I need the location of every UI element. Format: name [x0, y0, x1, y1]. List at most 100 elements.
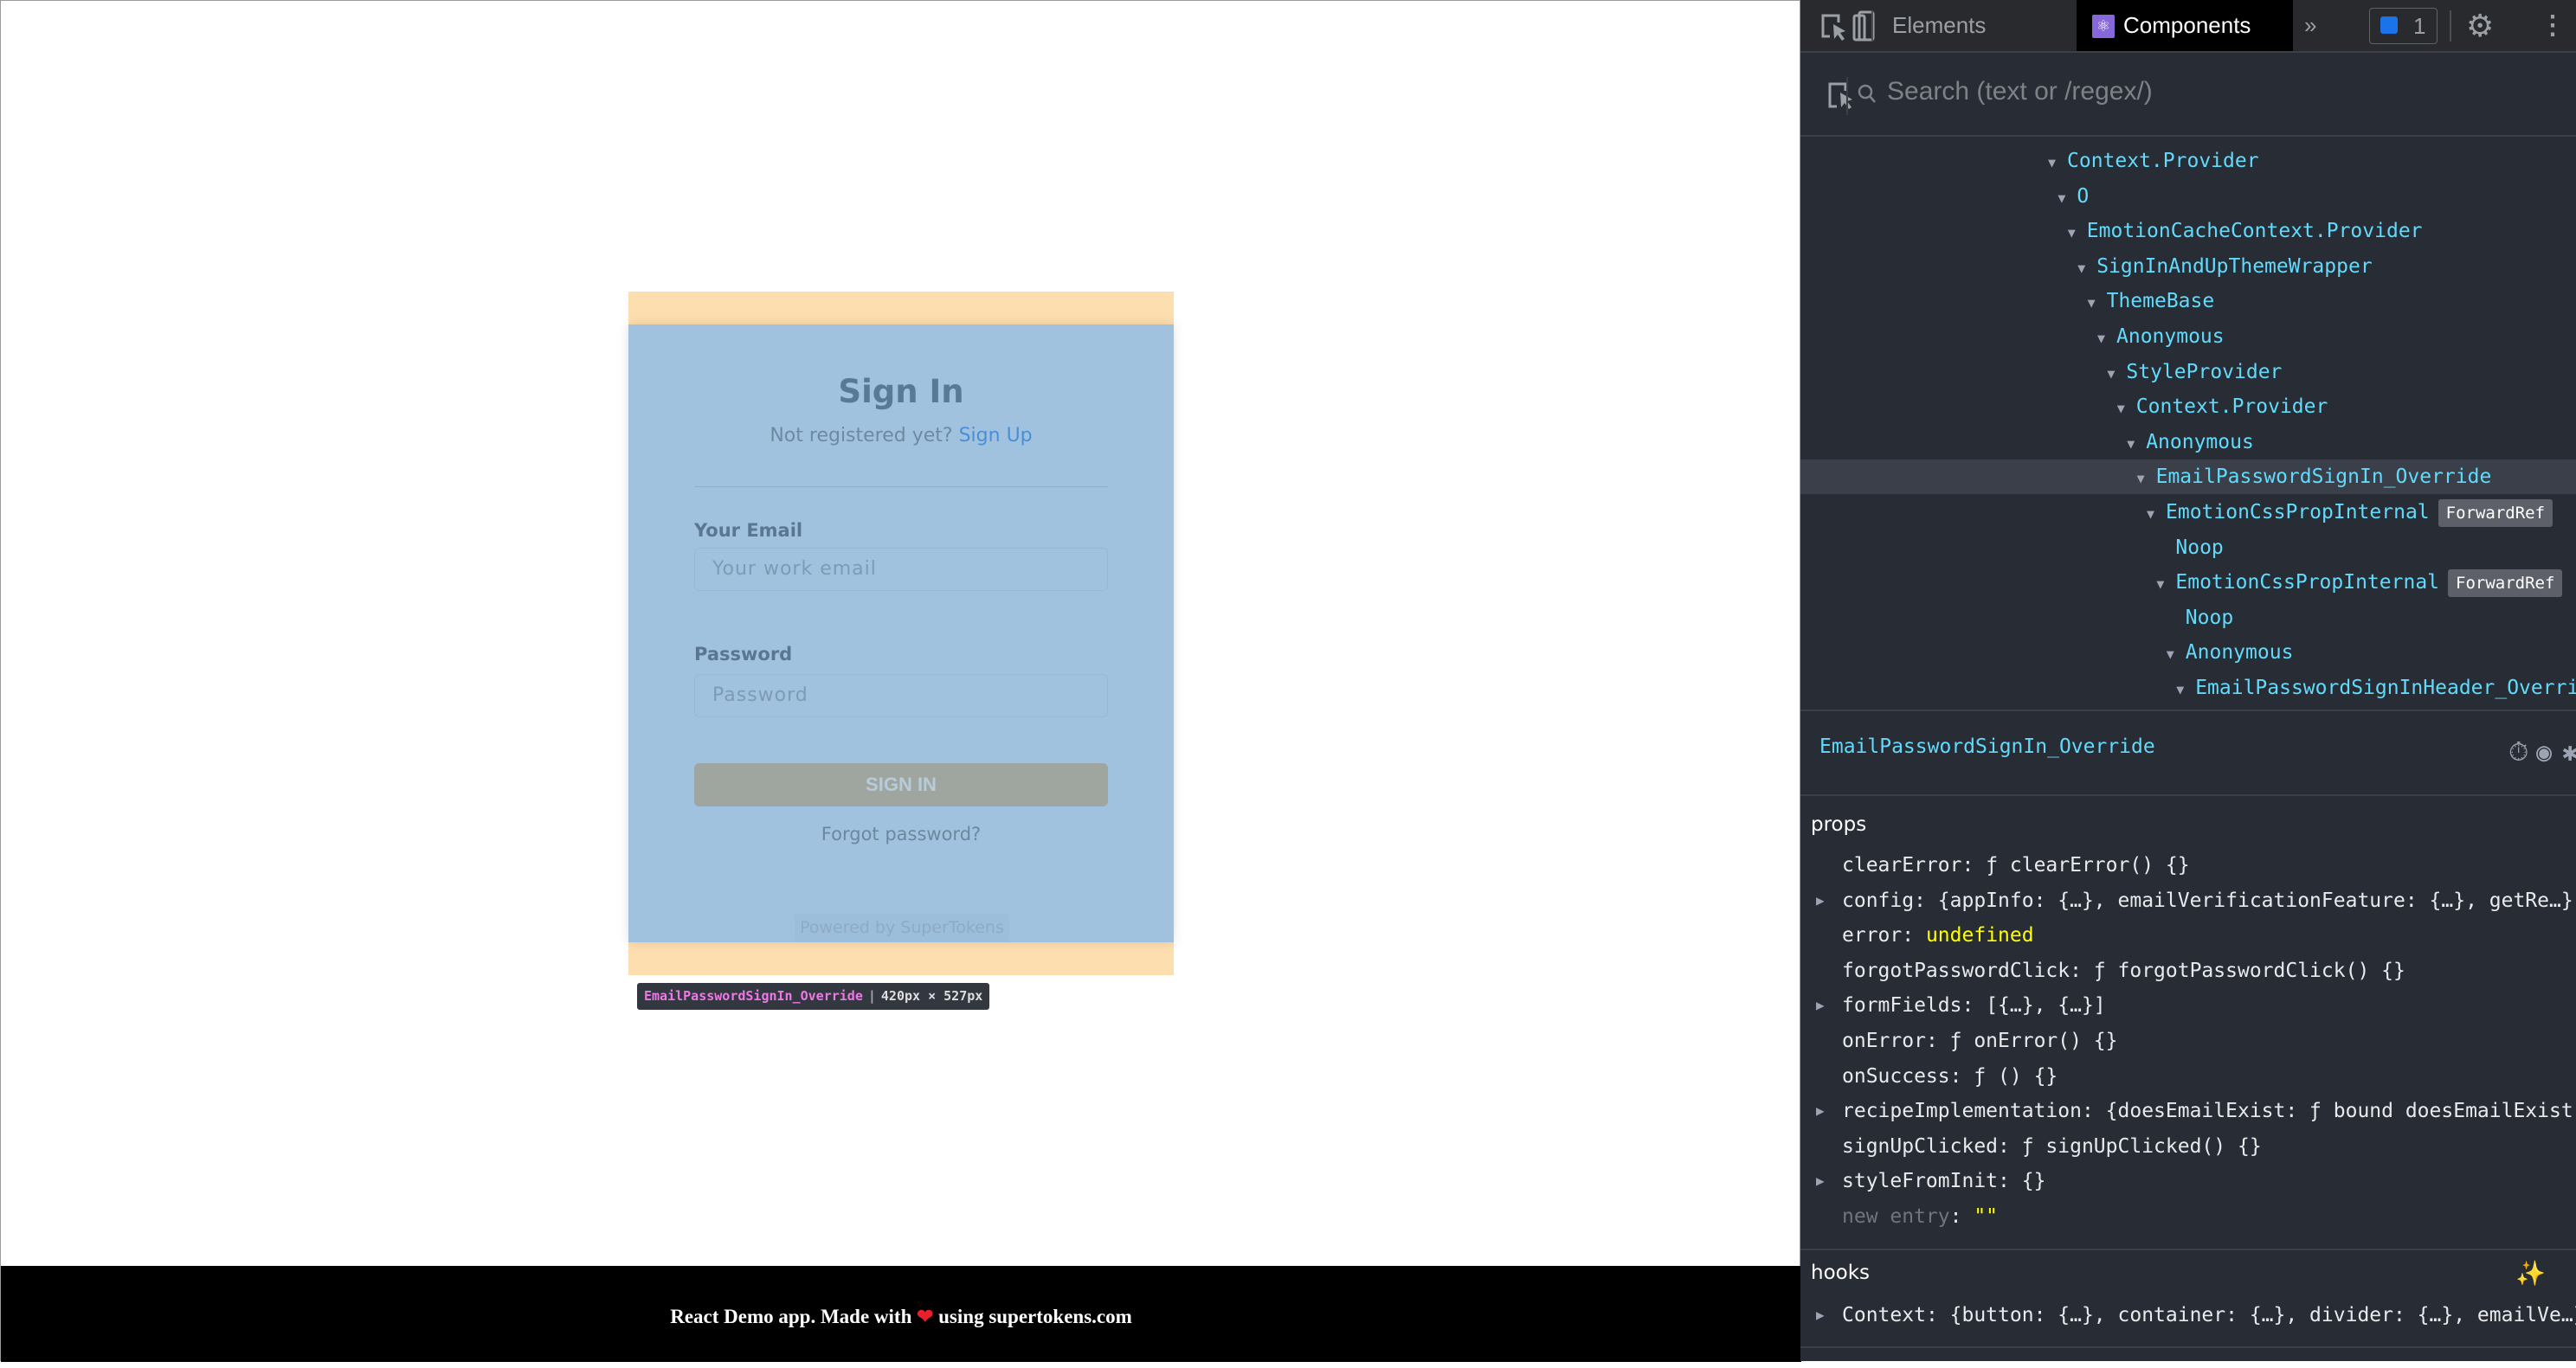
- tooltip-component-name: EmailPasswordSignIn_Override: [644, 988, 863, 1004]
- prop-key: formFields: [1842, 994, 1962, 1018]
- devtools-panel: Elements ⚛ Components » 1 ⚙ ⋮ Search (tex…: [1800, 0, 2576, 1361]
- expand-arrow-icon[interactable]: ▶: [1816, 883, 1825, 918]
- tree-node[interactable]: ▼ O: [1800, 179, 2576, 214]
- prop-row[interactable]: ▶ formFields: [{…}, {…}]: [1816, 988, 2106, 1023]
- prop-key: config: [1842, 889, 1915, 912]
- prop-row[interactable]: forgotPasswordClick: ƒ forgotPasswordCli…: [1842, 954, 2405, 988]
- prop-row[interactable]: ▶ recipeImplementation: {doesEmailExist: …: [1816, 1094, 2576, 1128]
- tree-node-label: Context.Provider: [2135, 395, 2328, 419]
- expand-arrow-icon[interactable]: ▼: [2077, 251, 2096, 286]
- not-registered-text: Not registered yet?: [770, 425, 953, 446]
- tree-node[interactable]: ▼ Context.Provider: [1800, 144, 2576, 178]
- tree-node[interactable]: ▼ EmotionCssPropInternal ForwardRef: [1800, 565, 2576, 600]
- search-input[interactable]: Search (text or /regex/): [1887, 77, 2153, 106]
- tree-node[interactable]: ▼ EmailPasswordSignInHeader_Override: [1800, 671, 2576, 705]
- tree-node[interactable]: ▼ EmotionCssPropInternal ForwardRef: [1800, 495, 2576, 530]
- tree-node[interactable]: ▼ Anonymous: [1800, 319, 2576, 354]
- prop-row[interactable]: signUpClicked: ƒ signUpClicked() {}: [1842, 1129, 2262, 1164]
- expand-arrow-icon[interactable]: ▼: [2048, 145, 2067, 180]
- prop-row[interactable]: new entry: "": [1842, 1199, 1998, 1234]
- password-label: Password: [694, 644, 793, 665]
- prop-value: ƒ clearError() {}: [1986, 854, 2190, 877]
- tree-node[interactable]: Noop: [1800, 601, 2576, 635]
- expand-arrow-icon[interactable]: ▼: [2107, 356, 2126, 391]
- email-label: Your Email: [694, 520, 803, 541]
- tree-node-label: Anonymous: [2146, 430, 2254, 453]
- magic-wand-icon[interactable]: ✨: [2515, 1259, 2546, 1288]
- tree-node[interactable]: ▼ StyleProvider: [1800, 355, 2576, 389]
- bug-icon[interactable]: ✱: [2562, 737, 2576, 767]
- stopwatch-icon[interactable]: ⏱: [2508, 737, 2528, 767]
- tree-node[interactable]: Noop: [1800, 530, 2576, 565]
- inspect-element-icon[interactable]: [1819, 12, 1849, 42]
- expand-arrow-icon[interactable]: ▼: [2097, 321, 2116, 356]
- tree-node[interactable]: ▼ EmailPasswordSignIn_Override: [1800, 459, 2576, 496]
- prop-value: ƒ onError() {}: [1949, 1030, 2118, 1052]
- expand-arrow-icon[interactable]: ▶: [1816, 988, 1825, 1023]
- selected-component-name: EmailPasswordSignIn_Override: [1819, 735, 2155, 758]
- tree-node-label: Context.Provider: [2067, 150, 2259, 172]
- more-tabs-button[interactable]: »: [2304, 0, 2316, 51]
- forgot-password-link[interactable]: Forgot password?: [628, 824, 1174, 845]
- prop-value: {appInfo: {…}, emailVerificationFeature:…: [1937, 889, 2573, 912]
- prop-row[interactable]: onError: ƒ onError() {}: [1842, 1024, 2118, 1058]
- expand-arrow-icon[interactable]: ▼: [2058, 181, 2077, 215]
- sign-up-link[interactable]: Sign Up: [959, 425, 1033, 446]
- tree-node-label: EmotionCacheContext.Provider: [2086, 220, 2423, 243]
- tab-components-label: Components: [2123, 12, 2251, 38]
- prop-key: recipeImplementation: [1842, 1100, 2082, 1123]
- devtools-toolbar: Elements ⚛ Components » 1 ⚙ ⋮: [1800, 0, 2576, 53]
- tree-node-label: Noop: [2185, 606, 2234, 629]
- prop-row[interactable]: clearError: ƒ clearError() {}: [1842, 848, 2190, 883]
- issues-count: 1: [2413, 13, 2426, 39]
- forwardref-badge: ForwardRef: [2448, 568, 2563, 597]
- tree-node-label: EmotionCssPropInternal: [2166, 501, 2430, 523]
- tree-node[interactable]: ▼ Context.Provider: [1800, 389, 2576, 424]
- select-component-icon[interactable]: [1826, 80, 1856, 112]
- tree-node[interactable]: ▼ ThemeBase: [1800, 284, 2576, 318]
- tree-node-label: EmailPasswordSignInHeader_Override: [2195, 677, 2576, 699]
- expand-arrow-icon[interactable]: ▼: [2088, 286, 2107, 320]
- tree-node[interactable]: ▼ Anonymous: [1800, 425, 2576, 459]
- prop-row[interactable]: error: undefined: [1842, 918, 2034, 953]
- powered-by-supertokens[interactable]: Powered by SuperTokens: [795, 914, 1009, 942]
- expand-arrow-icon[interactable]: ▼: [2176, 672, 2195, 707]
- more-options-icon[interactable]: ⋮: [2540, 0, 2566, 51]
- issues-button[interactable]: 1: [2369, 8, 2438, 44]
- expand-arrow-icon[interactable]: ▶: [1816, 1094, 1825, 1128]
- email-input[interactable]: Your work email: [694, 548, 1108, 591]
- tab-elements[interactable]: Elements: [1892, 0, 1986, 51]
- tooltip-size: 420px × 527px: [880, 988, 983, 1004]
- prop-key: onError: [1842, 1030, 1926, 1052]
- prop-key: onSuccess: [1842, 1064, 1950, 1088]
- prop-value: [{…}, {…}]: [1986, 994, 2106, 1018]
- prop-key: styleFromInit: [1842, 1170, 1999, 1193]
- tree-node[interactable]: ▼ EmotionCacheContext.Provider: [1800, 214, 2576, 248]
- tree-node[interactable]: ▼ Anonymous: [1800, 635, 2576, 670]
- props-heading: props: [1811, 813, 1867, 836]
- message-icon: [2380, 16, 2398, 34]
- expand-arrow-icon[interactable]: ▼: [2156, 567, 2175, 601]
- expand-arrow-icon[interactable]: ▼: [2127, 427, 2146, 461]
- expand-arrow-icon[interactable]: ▶: [1816, 1298, 1825, 1333]
- prop-key: forgotPasswordClick: [1842, 959, 2070, 982]
- tree-node-label: StyleProvider: [2126, 360, 2283, 383]
- tree-node[interactable]: ▼ SignInAndUpThemeWrapper: [1800, 249, 2576, 284]
- expand-arrow-icon[interactable]: ▼: [2167, 637, 2186, 671]
- expand-arrow-icon[interactable]: ▼: [2137, 461, 2156, 496]
- expand-arrow-icon[interactable]: ▼: [2068, 215, 2087, 250]
- sign-in-button[interactable]: SIGN IN: [694, 763, 1108, 806]
- expand-arrow-icon[interactable]: ▶: [1816, 1164, 1825, 1198]
- expand-arrow-icon[interactable]: ▼: [2147, 497, 2166, 531]
- prop-row[interactable]: onSuccess: ƒ () {}: [1842, 1059, 2058, 1094]
- eye-icon[interactable]: ◉: [2536, 737, 2552, 767]
- footer-link-text: using supertokens.com: [938, 1306, 1132, 1327]
- tab-components[interactable]: ⚛ Components: [2077, 0, 2293, 51]
- prop-row[interactable]: ▶ styleFromInit: {}: [1816, 1164, 2045, 1198]
- tree-node-label: SignInAndUpThemeWrapper: [2096, 254, 2373, 278]
- prop-row[interactable]: ▶ config: {appInfo: {…}, emailVerificatio…: [1816, 883, 2573, 918]
- expand-arrow-icon[interactable]: ▼: [2117, 391, 2136, 426]
- password-input[interactable]: Password: [694, 674, 1108, 717]
- prop-row[interactable]: ▶ Context: {button: {…}, container: {…}, …: [1816, 1298, 2576, 1333]
- settings-gear-icon[interactable]: ⚙: [2466, 0, 2494, 51]
